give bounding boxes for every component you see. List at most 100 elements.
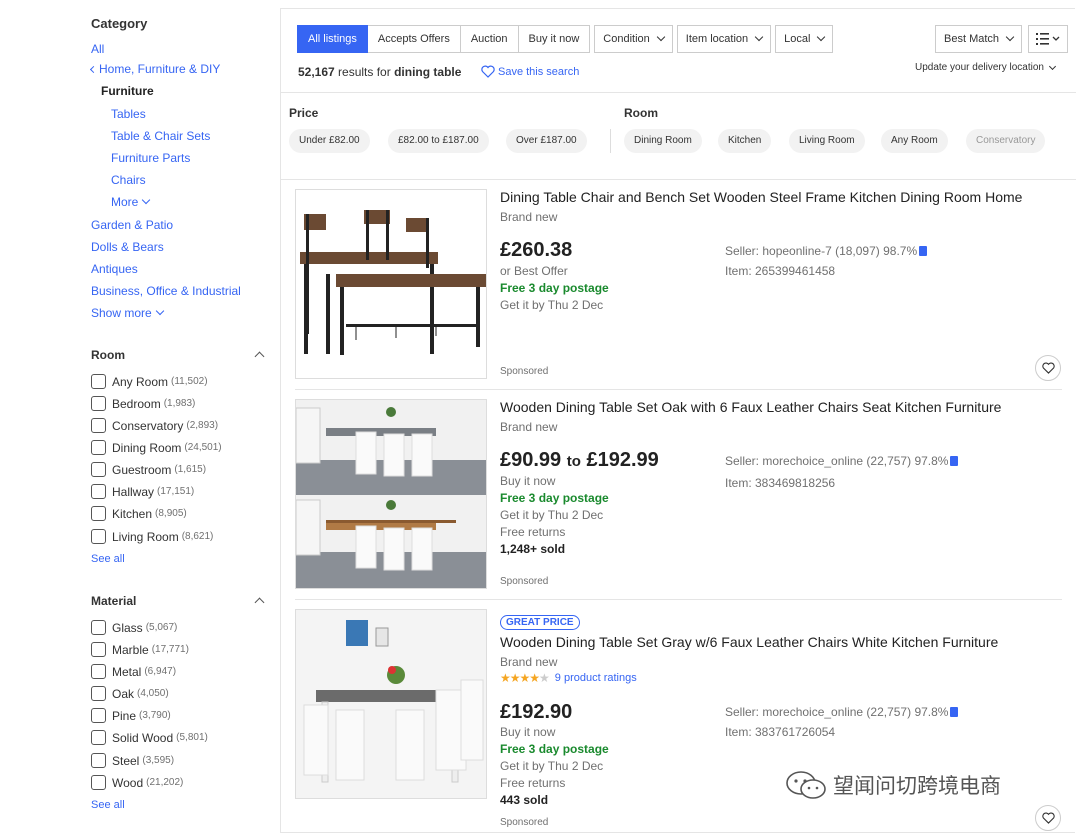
checkbox[interactable] [91, 753, 106, 768]
listing-item-number: Item: 383469818256 [725, 476, 836, 490]
category-business-office[interactable]: Business, Office & Industrial [91, 284, 241, 298]
checkbox[interactable] [91, 506, 106, 521]
checkbox[interactable] [91, 642, 106, 657]
product-ratings[interactable]: ★★★★★ 9 product ratings [500, 671, 637, 685]
product-image-gray-set [296, 610, 486, 798]
listing-item: Dining Table Chair and Bench Set Wooden … [295, 189, 1062, 390]
price-pill-mid[interactable]: £82.00 to £187.00 [388, 129, 489, 153]
update-delivery-location[interactable]: Update your delivery location [915, 62, 1057, 73]
checkbox[interactable] [91, 440, 106, 455]
subcategory-tables[interactable]: Tables [111, 107, 146, 121]
category-all-link[interactable]: All [91, 42, 104, 56]
material-option-glass[interactable]: Glass (5,067) [91, 620, 177, 635]
listing-image[interactable] [295, 189, 487, 379]
material-option-metal[interactable]: Metal (6,947) [91, 664, 176, 679]
watch-button[interactable] [1035, 355, 1061, 381]
room-option-guestroom[interactable]: Guestroom (1,615) [91, 462, 206, 477]
checkbox[interactable] [91, 775, 106, 790]
category-dolls-bears[interactable]: Dolls & Bears [91, 240, 164, 254]
material-option-marble[interactable]: Marble (17,771) [91, 642, 189, 657]
listing-format: Buy it now [500, 725, 556, 739]
tab-auction[interactable]: Auction [460, 25, 519, 53]
checkbox[interactable] [91, 374, 106, 389]
checkbox[interactable] [91, 708, 106, 723]
chevron-up-icon[interactable] [254, 351, 265, 362]
room-pill-dining-room[interactable]: Dining Room [624, 129, 702, 153]
material-option-steel[interactable]: Steel (3,595) [91, 753, 174, 768]
show-more-categories-link[interactable]: Show more [91, 306, 164, 320]
option-count: (2,893) [186, 420, 219, 431]
category-heading: Category [91, 16, 148, 31]
watermark: 望闻问切跨境电商 [785, 770, 1001, 800]
room-option-dining-room[interactable]: Dining Room (24,501) [91, 440, 222, 455]
listing-title[interactable]: Wooden Dining Table Set Oak with 6 Faux … [500, 399, 1001, 415]
option-count: (5,801) [176, 732, 208, 743]
room-pill-kitchen[interactable]: Kitchen [718, 129, 772, 153]
subcategory-table-chair-sets[interactable]: Table & Chair Sets [111, 129, 210, 143]
results-panel: All listings Accepts Offers Auction Buy … [280, 8, 1076, 833]
room-option-conservatory[interactable]: Conservatory (2,893) [91, 418, 218, 433]
checkbox[interactable] [91, 529, 106, 544]
option-label: Dining Room [112, 440, 182, 455]
listing-condition: Brand new [500, 655, 558, 669]
room-pill-conservatory[interactable]: Conservatory [966, 129, 1046, 153]
room-option-any-room[interactable]: Any Room (11,502) [91, 374, 208, 389]
room-refine-heading: Room [624, 106, 658, 120]
material-option-oak[interactable]: Oak (4,050) [91, 686, 169, 701]
room-option-bedroom[interactable]: Bedroom (1,983) [91, 396, 195, 411]
checkbox[interactable] [91, 396, 106, 411]
chevron-up-icon[interactable] [254, 597, 265, 608]
category-garden-patio[interactable]: Garden & Patio [91, 218, 173, 232]
checkbox[interactable] [91, 484, 106, 499]
material-option-pine[interactable]: Pine (3,790) [91, 708, 171, 723]
option-label: Living Room [112, 529, 179, 544]
room-option-kitchen[interactable]: Kitchen (8,905) [91, 506, 187, 521]
checkbox[interactable] [91, 664, 106, 679]
option-count: (8,905) [155, 508, 187, 519]
checkbox[interactable] [91, 686, 106, 701]
watermark-text: 望闻问切跨境电商 [833, 774, 1001, 798]
view-toggle-button[interactable] [1028, 25, 1069, 53]
material-see-all-link[interactable]: See all [91, 799, 125, 811]
listing-title[interactable]: Wooden Dining Table Set Gray w/6 Faux Le… [500, 634, 998, 650]
option-count: (24,501) [184, 442, 222, 453]
room-option-hallway[interactable]: Hallway (17,151) [91, 484, 194, 499]
save-search-link[interactable]: Save this search [481, 65, 579, 78]
listing-image[interactable] [295, 399, 487, 589]
category-parent-link[interactable]: Home, Furniture & DIY [89, 62, 220, 76]
sort-dropdown[interactable]: Best Match [935, 25, 1023, 53]
subcategory-furniture-parts[interactable]: Furniture Parts [111, 151, 190, 165]
listing-image[interactable] [295, 609, 487, 799]
checkbox[interactable] [91, 418, 106, 433]
tab-all-listings[interactable]: All listings [297, 25, 368, 53]
material-facet-heading: Material [91, 594, 137, 608]
room-option-living-room[interactable]: Living Room (8,621) [91, 529, 213, 544]
checkbox[interactable] [91, 462, 106, 477]
listing-price: £260.38 [500, 239, 573, 261]
room-pill-living-room[interactable]: Living Room [789, 129, 865, 153]
option-count: (21,202) [146, 777, 184, 788]
watch-button[interactable] [1035, 805, 1061, 831]
option-label: Metal [112, 664, 142, 679]
category-antiques[interactable]: Antiques [91, 262, 138, 276]
listing-title[interactable]: Dining Table Chair and Bench Set Wooden … [500, 189, 1022, 205]
price-pill-over[interactable]: Over £187.00 [506, 129, 587, 153]
checkbox[interactable] [91, 620, 106, 635]
tab-accepts-offers[interactable]: Accepts Offers [367, 25, 461, 53]
subcategory-chairs[interactable]: Chairs [111, 173, 146, 187]
price-to: to [566, 453, 581, 470]
condition-dropdown[interactable]: Condition [594, 25, 673, 53]
subcategory-more-link[interactable]: More [111, 195, 151, 209]
listing-delivery: Get it by Thu 2 Dec [500, 759, 604, 773]
price-pill-under[interactable]: Under £82.00 [289, 129, 370, 153]
material-option-solid-wood[interactable]: Solid Wood (5,801) [91, 730, 208, 745]
seller-text: Seller: morechoice_online (22,757) 97.8% [725, 705, 949, 719]
tab-buy-it-now[interactable]: Buy it now [518, 25, 591, 53]
room-see-all-link[interactable]: See all [91, 553, 125, 565]
room-pill-any-room[interactable]: Any Room [881, 129, 948, 153]
item-location-dropdown[interactable]: Item location [676, 25, 772, 53]
local-dropdown[interactable]: Local [775, 25, 834, 53]
checkbox[interactable] [91, 730, 106, 745]
heart-icon [481, 65, 495, 78]
material-option-wood[interactable]: Wood (21,202) [91, 775, 183, 790]
